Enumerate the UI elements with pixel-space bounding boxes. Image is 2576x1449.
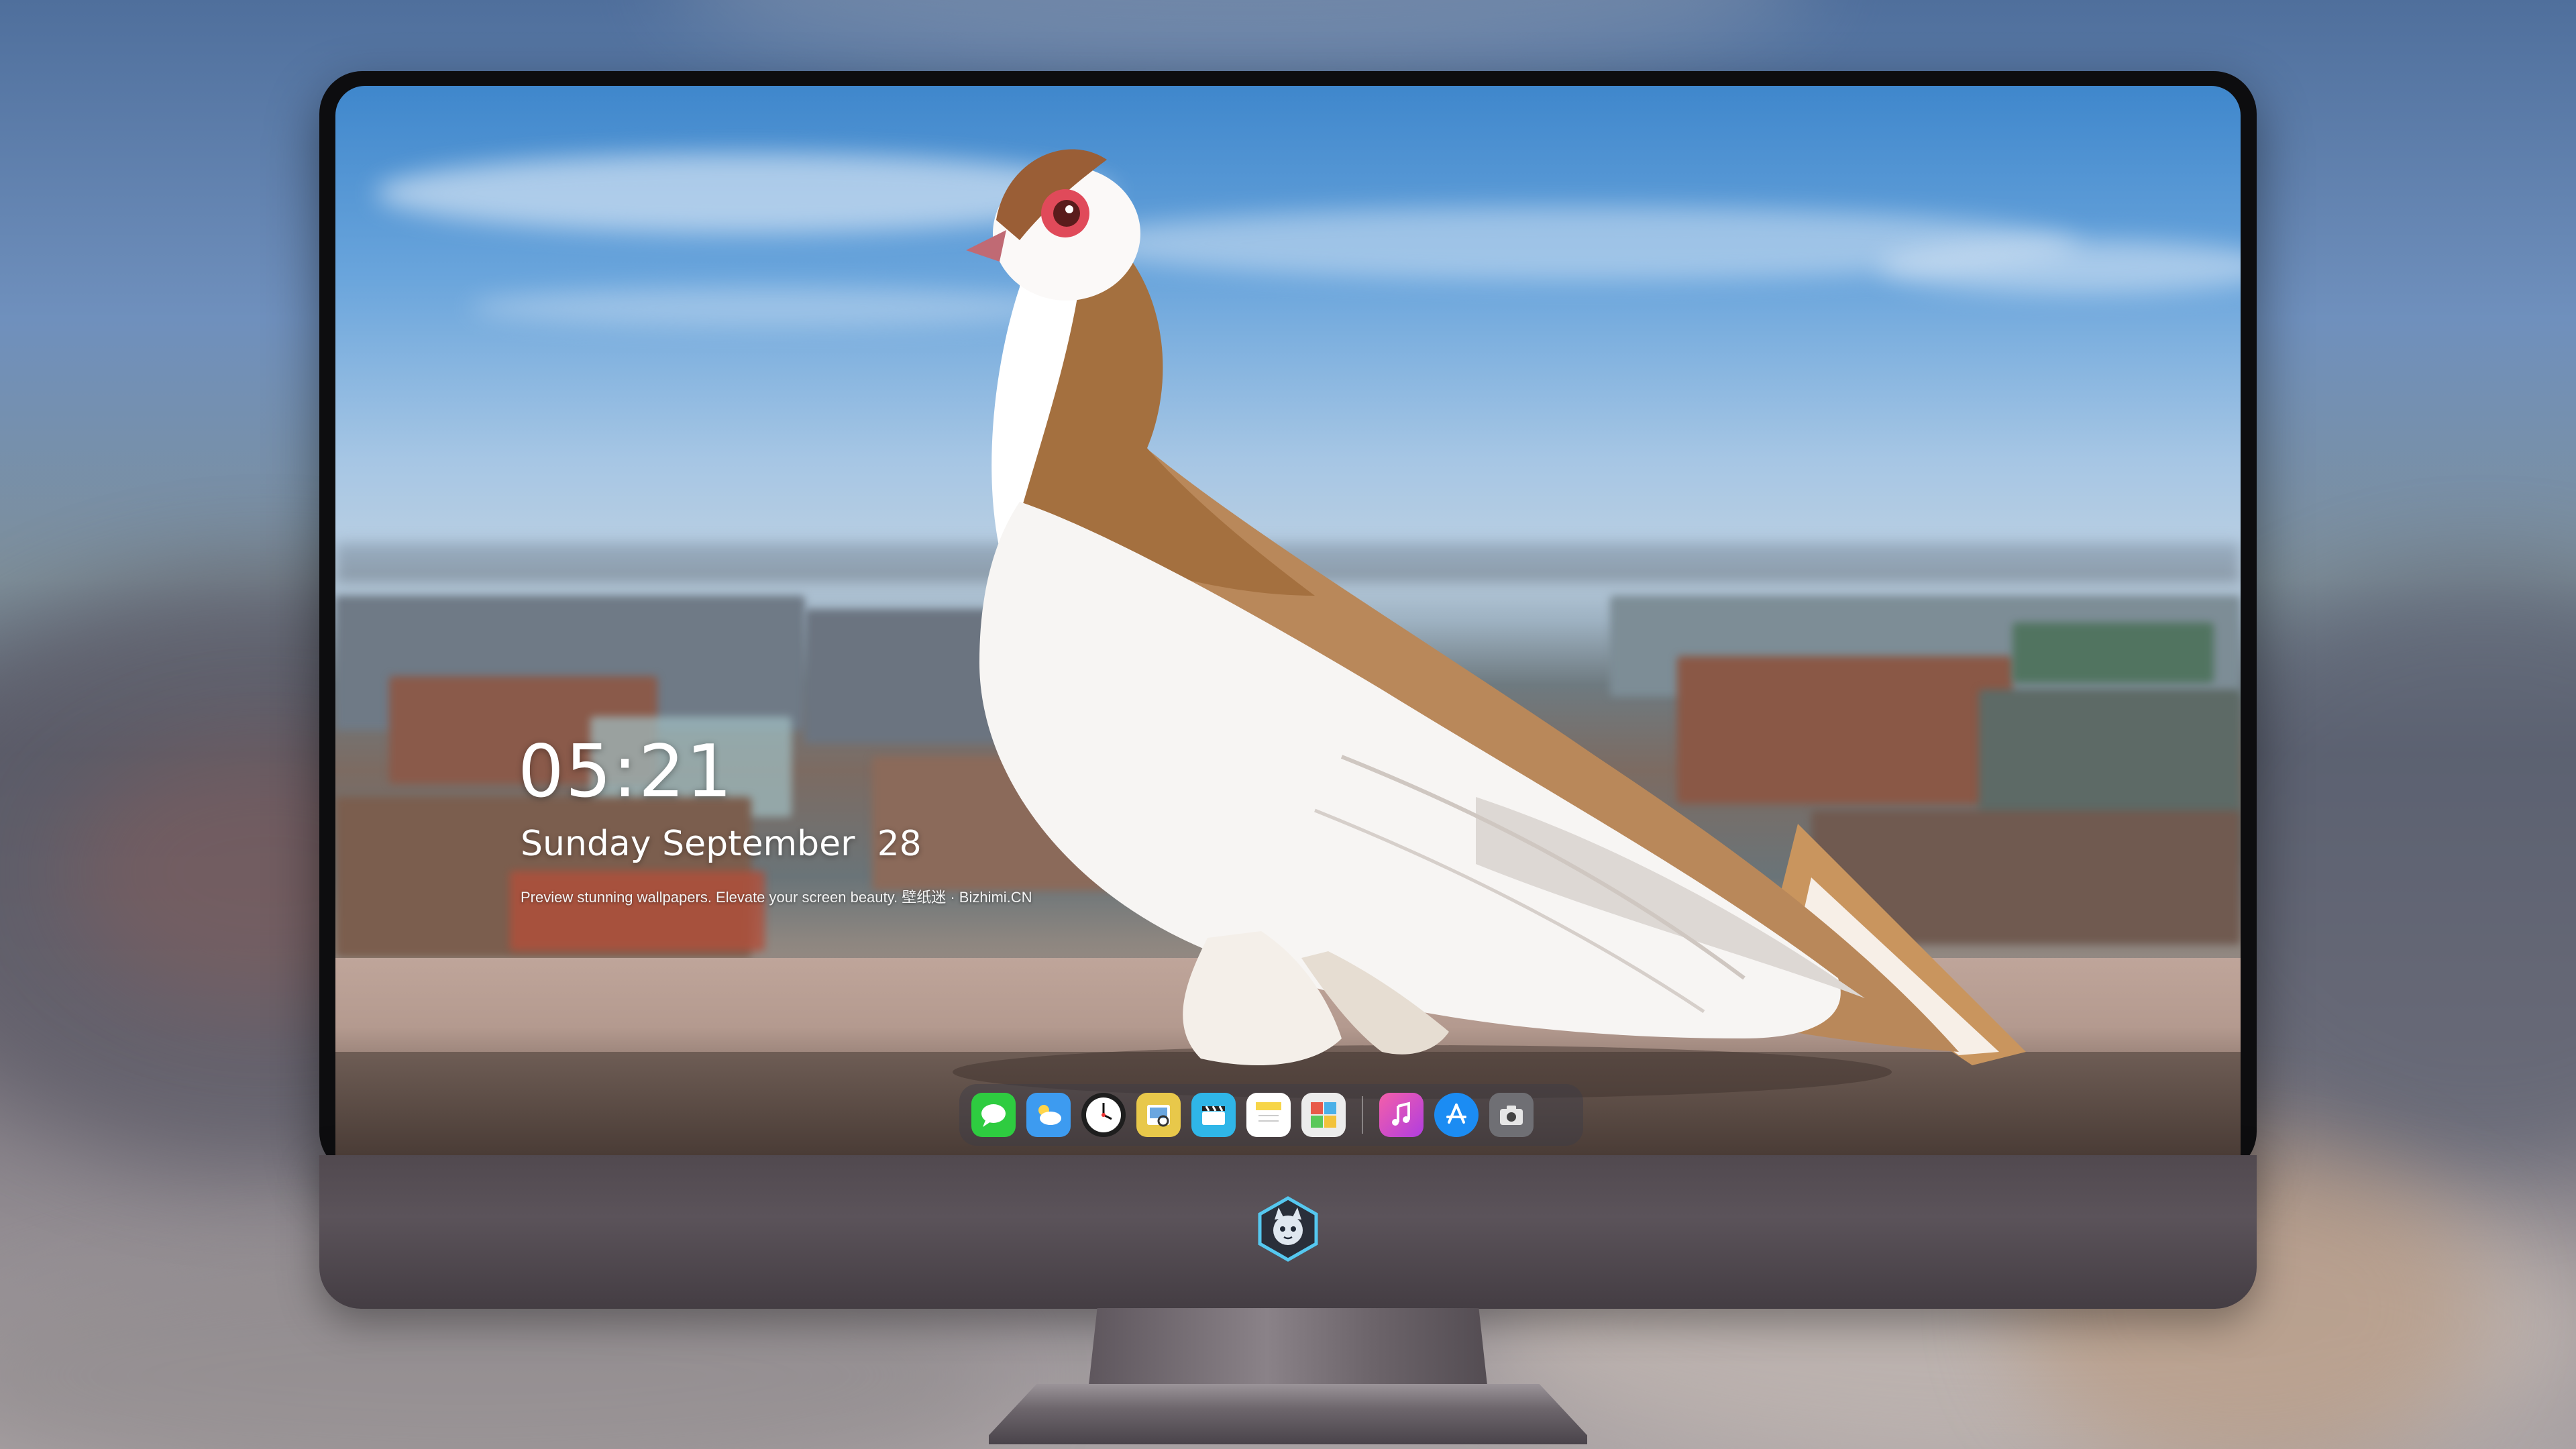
dock-item-clock[interactable] — [1081, 1093, 1126, 1137]
pigeon-illustration — [953, 149, 2026, 1099]
lockscreen-time: 05:21 — [518, 730, 734, 814]
app-store-icon — [1446, 1104, 1466, 1124]
messages-icon — [981, 1104, 1006, 1127]
desktop-screen: 05:21 Sunday September 28 Preview stunni… — [335, 86, 2241, 1155]
dock-item-music[interactable] — [1379, 1093, 1424, 1137]
dock-item-weather[interactable] — [1026, 1093, 1071, 1137]
dock-item-camera[interactable] — [1489, 1093, 1534, 1137]
monitor-chin — [319, 1155, 2257, 1309]
music-icon — [1392, 1102, 1410, 1126]
mascot-logo-icon — [1258, 1196, 1318, 1262]
photo-booth-icon — [1311, 1102, 1336, 1128]
dock-item-notes[interactable] — [1246, 1093, 1291, 1137]
dock-item-app-store[interactable] — [1434, 1093, 1479, 1137]
dock-item-messages[interactable] — [971, 1093, 1016, 1137]
dock-item-preview[interactable] — [1136, 1093, 1181, 1137]
monitor-stand-foot — [989, 1384, 1587, 1444]
preview-icon — [1147, 1105, 1170, 1127]
dock-separator — [1362, 1096, 1363, 1134]
lockscreen-date: Sunday September 28 — [521, 824, 922, 864]
clips-icon — [1202, 1106, 1225, 1125]
weather-icon — [1038, 1105, 1061, 1125]
wallpaper-tagline: Preview stunning wallpapers. Elevate you… — [521, 889, 1032, 906]
dock — [959, 1084, 1583, 1146]
camera-icon — [1500, 1106, 1523, 1125]
dock-item-photo-booth[interactable] — [1301, 1093, 1346, 1137]
monitor-stand-neck — [1088, 1308, 1488, 1385]
dock-item-clips[interactable] — [1191, 1093, 1236, 1137]
notes-icon — [1256, 1102, 1281, 1122]
clock-icon — [1086, 1097, 1121, 1132]
